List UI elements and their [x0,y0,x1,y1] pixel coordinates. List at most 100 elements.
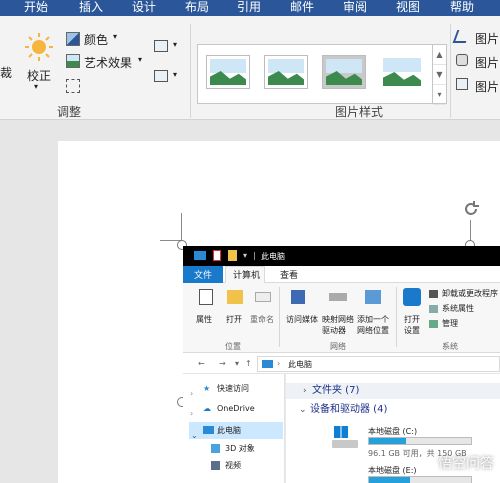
gallery-down-icon[interactable]: ▼ [433,65,446,85]
drive-name: 本地磁盘 (E:) [368,466,417,475]
expand-icon: › [190,409,194,418]
artistic-dropdown-icon[interactable]: ▾ [138,55,142,64]
tab-mailings[interactable]: 邮件 [290,0,314,16]
add-location-button-line2[interactable]: 网络位置 [357,325,389,336]
devices-section-header[interactable]: ⌄ 设备和驱动器 (4) [286,402,500,418]
tab-review[interactable]: 审阅 [343,0,367,16]
gallery-more-icon[interactable]: ▾ [433,85,446,105]
embedded-picture[interactable]: ▾ | 此电脑 文件 计算机 查看 属性 打开 重命名 位置 访问媒体 映射网络… [183,246,500,483]
uninstall-button[interactable]: 卸载或更改程序 [442,288,498,299]
explorer-title: 此电脑 [261,252,285,261]
map-drive-button[interactable]: 映射网络 [322,314,354,325]
system-properties-icon[interactable] [429,305,438,313]
access-media-button[interactable]: 访问媒体 [286,314,318,325]
corrections-dropdown-icon[interactable]: ▾ [34,82,38,91]
system-properties-button[interactable]: 系统属性 [442,303,474,314]
picture-style-2[interactable] [264,55,308,89]
drive-usage-fill [369,438,406,444]
gallery-up-icon[interactable]: ▲ [433,45,446,65]
picture-layout-button[interactable]: 图片 [475,78,499,95]
corrections-button[interactable]: 校正 [27,67,51,84]
group-divider [396,287,397,347]
picture-styles-gallery[interactable] [197,44,433,104]
explorer-titlebar: ▾ | 此电脑 [183,246,500,266]
rotate-handle-icon[interactable] [462,200,480,218]
change-picture-icon[interactable] [154,70,168,82]
nav-item-this-pc[interactable]: ⌄ 此电脑 [189,422,283,440]
artistic-effects-icon[interactable] [66,54,80,68]
star-icon: ★ [203,384,211,393]
nav-item-label: OneDrive [217,404,255,413]
picture-effects-button[interactable]: 图片 [475,54,499,71]
nav-item-label: 快速访问 [217,384,249,393]
tab-references[interactable]: 引用 [237,0,261,16]
open-settings-button[interactable]: 打开 [404,314,420,325]
recent-dropdown-icon[interactable]: ▾ [235,359,239,368]
open-button[interactable]: 打开 [226,314,242,325]
back-arrow-icon[interactable]: ← [198,359,205,368]
section-label: 文件夹 (7) [312,385,360,396]
forward-arrow-icon[interactable]: → [219,359,226,368]
manage-button[interactable]: 管理 [442,318,458,329]
map-drive-icon[interactable] [329,293,347,301]
drive-icon [332,440,358,448]
tab-insert[interactable]: 插入 [79,0,103,16]
uninstall-icon[interactable] [429,290,438,298]
rename-icon[interactable] [255,292,271,302]
map-drive-button-line2[interactable]: 驱动器 [322,325,346,336]
artistic-effects-button[interactable]: 艺术效果 [84,54,132,71]
nav-item-3d-objects[interactable]: 3D 对象 [183,440,283,457]
transparency-icon[interactable] [66,79,80,93]
rename-button[interactable]: 重命名 [250,314,274,325]
collapse-icon: ⌄ [299,405,307,415]
properties-button[interactable]: 属性 [196,314,212,325]
compress-pictures-icon[interactable] [154,40,168,52]
corrections-icon[interactable] [24,32,54,62]
picture-effects-icon[interactable] [456,54,468,66]
open-icon[interactable] [227,290,243,304]
up-arrow-icon[interactable]: ↑ [245,359,252,368]
address-field[interactable]: › 此电脑 [257,356,500,372]
add-location-button[interactable]: 添加一个 [357,314,389,325]
crop-label[interactable]: 裁 [0,64,12,81]
computer-icon [203,426,214,434]
settings-gear-icon[interactable] [403,288,421,306]
picture-layout-icon[interactable] [456,78,468,90]
compress-dropdown-icon: ▾ [173,40,178,49]
nav-item-quick-access[interactable]: › ★ 快速访问 [183,380,283,398]
cloud-icon: ☁ [203,404,211,413]
picture-style-1[interactable] [206,55,250,89]
tab-view[interactable]: 视图 [396,0,420,16]
color-icon[interactable] [66,32,80,46]
explorer-tab-view[interactable]: 查看 [280,268,298,281]
ribbon-tab-bar: 开始 插入 设计 布局 引用 邮件 审阅 视图 帮助 [0,0,500,16]
color-dropdown-icon[interactable]: ▾ [113,32,117,41]
windows-logo-icon [334,426,348,438]
color-button[interactable]: 颜色 [84,31,108,48]
tab-home[interactable]: 开始 [24,0,48,16]
nav-item-onedrive[interactable]: › ☁ OneDrive [183,400,283,418]
explorer-tab-file[interactable]: 文件 [194,268,212,281]
computer-icon [262,360,273,368]
gallery-scroll[interactable]: ▲ ▼ ▾ [433,44,447,105]
properties-icon[interactable] [199,289,213,305]
picture-border-button[interactable]: 图片 [475,30,499,47]
tab-layout[interactable]: 布局 [185,0,209,16]
tab-design[interactable]: 设计 [132,0,156,16]
group-divider [450,24,451,118]
manage-icon[interactable] [429,320,438,328]
group-divider [279,287,280,347]
picture-border-icon[interactable] [452,30,471,43]
open-settings-button-line2[interactable]: 设置 [404,325,420,336]
folders-section-header[interactable]: › 文件夹 (7) [286,383,500,399]
network-group-label: 网络 [330,342,346,351]
add-location-icon[interactable] [365,290,381,304]
picture-style-3[interactable] [322,55,366,89]
nav-item-label: 视频 [225,461,241,470]
tab-help[interactable]: 帮助 [450,0,474,16]
nav-item-videos[interactable]: 视频 [183,457,283,474]
picture-style-4[interactable] [380,55,424,89]
explorer-tab-computer[interactable]: 计算机 [233,268,260,281]
picture-format-ribbon: 裁 校正 ▾ 颜色 ▾ 艺术效果 ▾ ▾ ▾ 调整 ▲ ▼ ▾ 图片样式 图片 … [0,16,500,120]
access-media-icon[interactable] [291,290,305,304]
